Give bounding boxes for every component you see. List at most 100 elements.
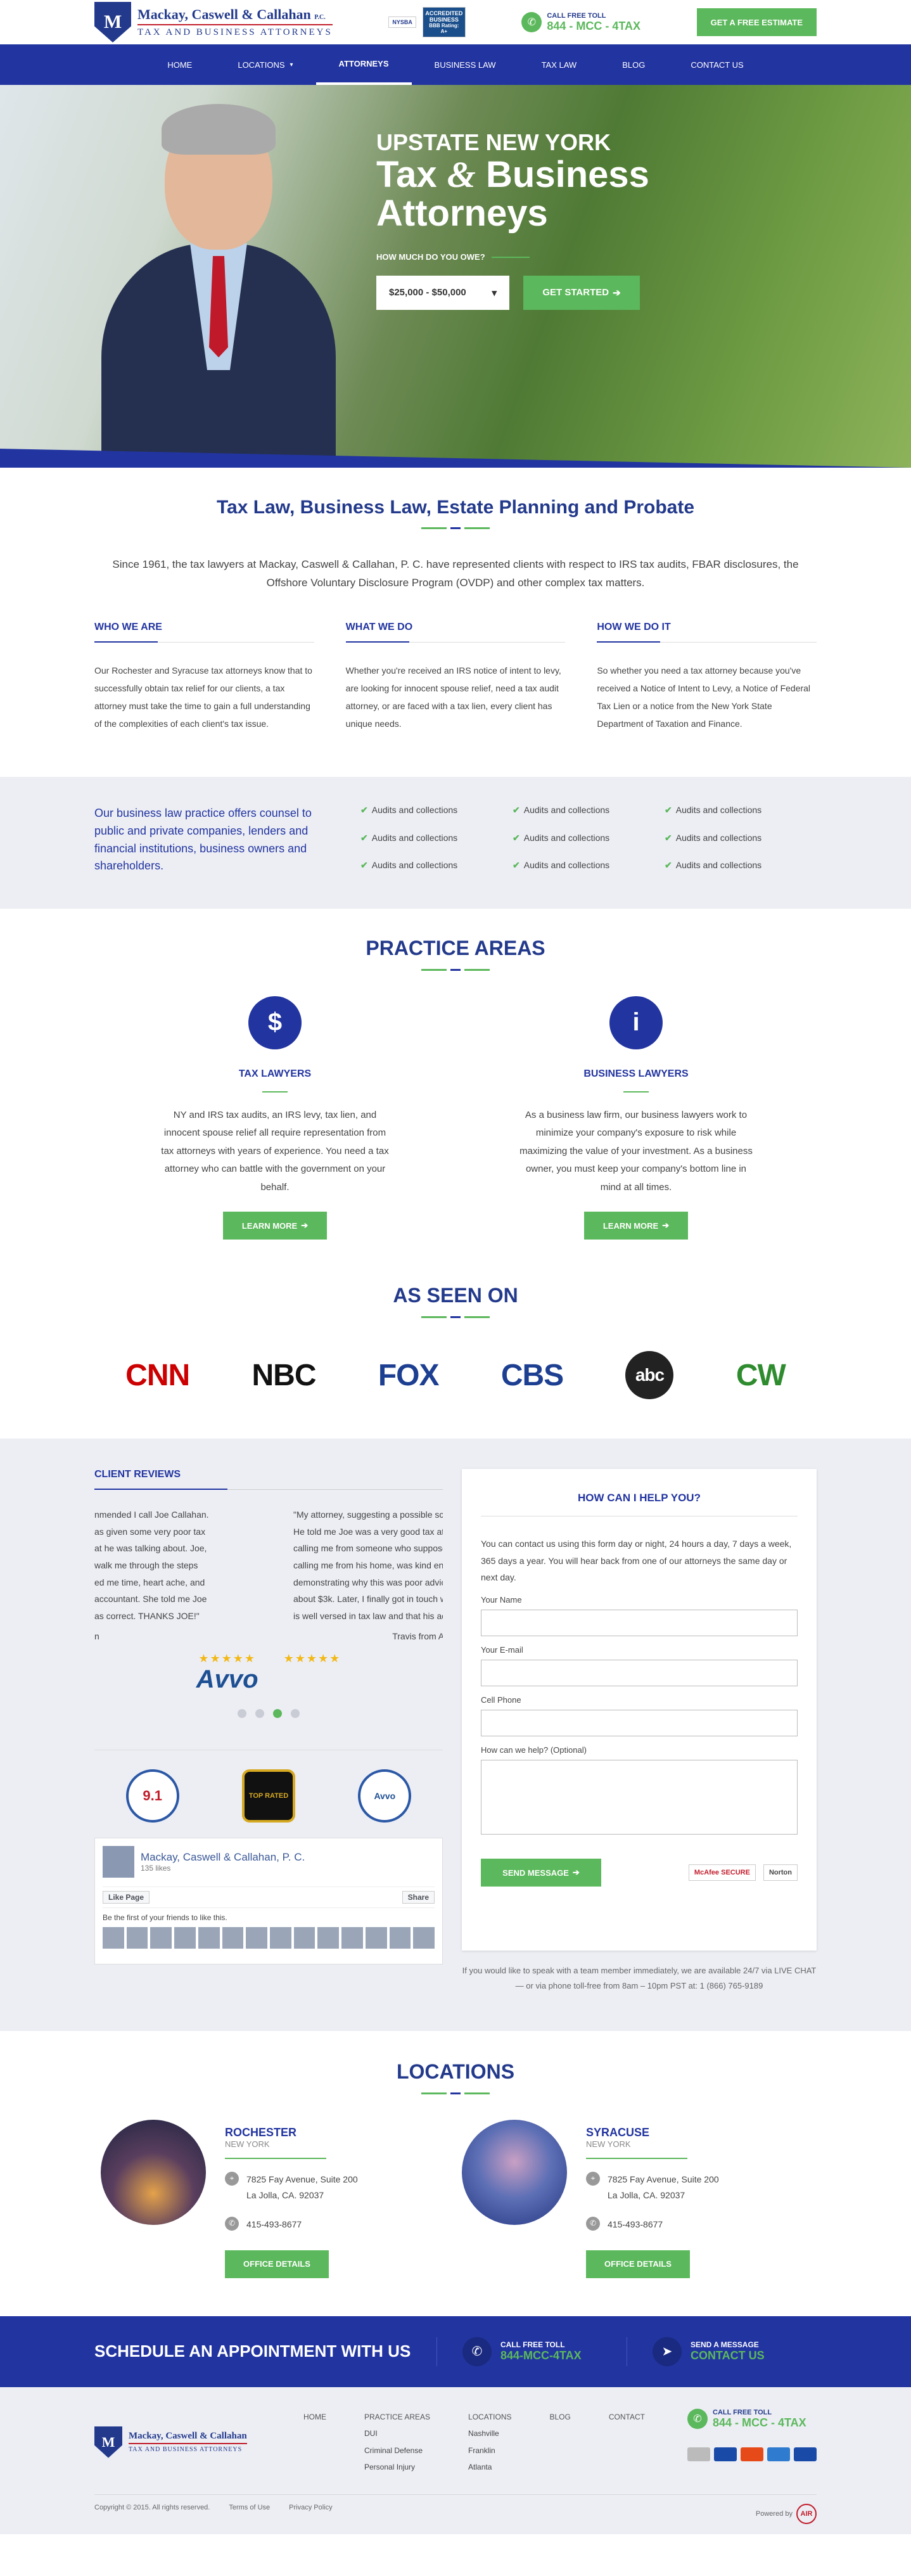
facebook-widget[interactable]: Mackay, Caswell & Callahan, P. C. 135 lik… <box>94 1838 443 1965</box>
nav-home[interactable]: HOME <box>144 44 215 85</box>
business-law-text: Our business law practice offers counsel… <box>94 806 312 873</box>
mcafee-badge: McAfee SECURE <box>688 1864 756 1881</box>
footer-col-home: HOME <box>303 2412 326 2421</box>
avvo-clients-choice-badge: Avvo <box>358 1769 412 1823</box>
logo-tagline: Tax And Business Attorneys <box>137 27 333 37</box>
site-footer: M Mackay, Caswell & Callahan Tax And Busi… <box>0 2387 911 2535</box>
list-item: ✔ Audits and collections <box>513 860 610 871</box>
map-pin-icon: ⌖ <box>586 2172 600 2186</box>
arrow-right-icon: ➔ <box>572 1868 580 1878</box>
review-carousel[interactable]: nmended I call Joe Callahan. as given som… <box>94 1506 443 1646</box>
location-syracuse: SYRACUSE NEW YORK ⌖ 7825 Fay Avenue, Suit… <box>456 2120 817 2278</box>
nysba-badge[interactable]: NYSBA <box>388 16 416 28</box>
name-field[interactable] <box>481 1610 798 1637</box>
cnn-logo: CNN <box>125 1358 190 1392</box>
who-we-are: WHO WE ARE Our Rochester and Syracuse tax… <box>94 622 314 733</box>
list-item: ✔ Audits and collections <box>665 860 762 871</box>
debt-amount-select[interactable]: $25,000 - $50,000 ▾ <box>376 275 509 310</box>
office-details-button[interactable]: OFFICE DETAILS <box>225 2250 329 2278</box>
business-lawyers-card: i BUSINESS LAWYERS As a business law fir… <box>456 996 817 1240</box>
check-icon: ✔ <box>360 860 368 871</box>
phone-field[interactable] <box>481 1710 798 1737</box>
nav-locations[interactable]: LOCATIONS ▾ <box>215 44 315 85</box>
facebook-page-name[interactable]: Mackay, Caswell & Callahan, P. C. <box>141 1851 305 1864</box>
footer-logo[interactable]: M Mackay, Caswell & Callahan Tax And Busi… <box>94 2409 265 2476</box>
message-field[interactable] <box>481 1760 798 1835</box>
site-logo[interactable]: M Mackay, Caswell & Callahan P.C. Tax An… <box>94 2 333 42</box>
footer-call[interactable]: ✆ CALL FREE TOLL 844 - MCC - 4TAX <box>687 2409 817 2430</box>
phone-icon: ✆ <box>462 2336 492 2366</box>
card-title: TAX LAWYERS <box>94 1068 456 1093</box>
appointment-band: SCHEDULE AN APPOINTMENT WITH US ✆ CALL F… <box>0 2316 911 2387</box>
hero-banner: UPSTATE NEW YORK Tax & Business Attorney… <box>0 85 911 468</box>
location-rochester: ROCHESTER NEW YORK ⌖ 7825 Fay Avenue, Sui… <box>94 2120 456 2278</box>
practice-areas: PRACTICE AREAS $ TAX LAWYERS NY and IRS … <box>0 909 911 1253</box>
hero-title-2: Attorneys <box>376 192 548 234</box>
site-header: M Mackay, Caswell & Callahan P.C. Tax An… <box>0 0 911 44</box>
how-we-do-it: HOW WE DO IT So whether you need a tax at… <box>597 622 817 733</box>
syracuse-photo <box>462 2120 567 2226</box>
check-icon: ✔ <box>665 804 672 815</box>
carousel-dots[interactable] <box>94 1709 443 1719</box>
what-we-do: WHAT WE DO Whether you're received an IRS… <box>345 622 566 733</box>
like-page-button[interactable]: Like Page <box>103 1891 150 1904</box>
cta-call[interactable]: ✆ CALL FREE TOLL 844-MCC-4TAX <box>436 2336 627 2366</box>
header-call[interactable]: ✆ CALL FREE TOLL 844 - MCC - 4TAX <box>521 12 640 33</box>
arrow-right-icon: ➔ <box>662 1221 670 1231</box>
abc-logo: abc <box>625 1351 674 1400</box>
review-quote: "My attorney, suggesting a possible scam… <box>293 1509 443 1642</box>
free-estimate-button[interactable]: GET A FREE ESTIMATE <box>696 8 817 36</box>
check-icon: ✔ <box>513 860 520 871</box>
business-law-band: Our business law practice offers counsel… <box>0 776 911 909</box>
crest-icon: M <box>94 2426 122 2458</box>
nav-tax-law[interactable]: TAX LAW <box>519 44 600 85</box>
rochester-photo <box>101 2120 206 2226</box>
nav-attorneys[interactable]: ATTORNEYS <box>315 44 412 85</box>
phone-icon: ✆ <box>687 2409 708 2430</box>
phone-icon: ✆ <box>521 12 542 32</box>
list-item: ✔ Audits and collections <box>360 860 458 871</box>
learn-more-button[interactable]: LEARN MORE ➔ <box>223 1212 327 1240</box>
footer-col-locations: LOCATIONS Nashville Franklin Atlanta <box>468 2412 512 2472</box>
list-item: ✔ Audits and collections <box>360 804 458 815</box>
get-started-button[interactable]: GET STARTED ➔ <box>523 275 640 310</box>
seen-title: AS SEEN ON <box>393 1284 518 1307</box>
crest-icon: M <box>94 2 131 42</box>
list-item: ✔ Audits and collections <box>513 804 610 815</box>
contact-form: HOW CAN I HELP YOU? You can contact us u… <box>462 1469 817 1951</box>
amex-icon <box>767 2447 790 2461</box>
learn-more-button[interactable]: LEARN MORE ➔ <box>584 1212 688 1240</box>
chevron-down-icon: ▾ <box>290 61 293 68</box>
form-title: HOW CAN I HELP YOU? <box>481 1492 798 1517</box>
hero-title: Tax & Business <box>376 154 649 195</box>
main-nav: HOME LOCATIONS ▾ ATTORNEYS BUSINESS LAW T… <box>0 44 911 85</box>
list-item: ✔ Audits and collections <box>513 832 610 843</box>
phone-icon: ✆ <box>586 2216 600 2231</box>
hero-question: HOW MUCH DO YOU OWE? <box>376 252 649 262</box>
list-item: ✔ Audits and collections <box>360 832 458 843</box>
share-button[interactable]: Share <box>402 1891 435 1904</box>
card-title: BUSINESS LAWYERS <box>456 1068 817 1093</box>
nav-business-law[interactable]: BUSINESS LAW <box>412 44 519 85</box>
nbc-logo: NBC <box>252 1358 316 1392</box>
cta-message[interactable]: ➤ SEND A MESSAGE CONTACT US <box>627 2336 817 2366</box>
locations-section: LOCATIONS ROCHESTER NEW YORK ⌖ 7825 Fay A… <box>0 2031 911 2316</box>
nav-contact[interactable]: CONTACT US <box>668 44 766 85</box>
title-divider <box>94 527 817 529</box>
office-details-button[interactable]: OFFICE DETAILS <box>586 2250 690 2278</box>
email-field[interactable] <box>481 1660 798 1687</box>
apple-pay-icon <box>687 2447 710 2461</box>
agency-logo-icon: AIR <box>796 2504 817 2525</box>
live-chat-note: If you would like to speak with a team m… <box>462 1966 817 1990</box>
friend-avatars <box>103 1927 435 1949</box>
powered-by[interactable]: Powered by AIR <box>756 2504 817 2525</box>
terms-link[interactable]: Terms of Use <box>229 2504 270 2524</box>
privacy-link[interactable]: Privacy Policy <box>289 2504 332 2524</box>
arrow-right-icon: ➔ <box>301 1221 309 1231</box>
nav-blog[interactable]: BLOG <box>599 44 668 85</box>
list-item: ✔ Audits and collections <box>665 804 762 815</box>
send-message-button[interactable]: SEND MESSAGE ➔ <box>481 1859 601 1887</box>
bbb-badge[interactable]: ACCREDITED BUSINESS BBB Rating: A+ <box>422 7 466 37</box>
paper-plane-icon: ➤ <box>653 2336 682 2366</box>
locations-title: LOCATIONS <box>396 2060 515 2084</box>
